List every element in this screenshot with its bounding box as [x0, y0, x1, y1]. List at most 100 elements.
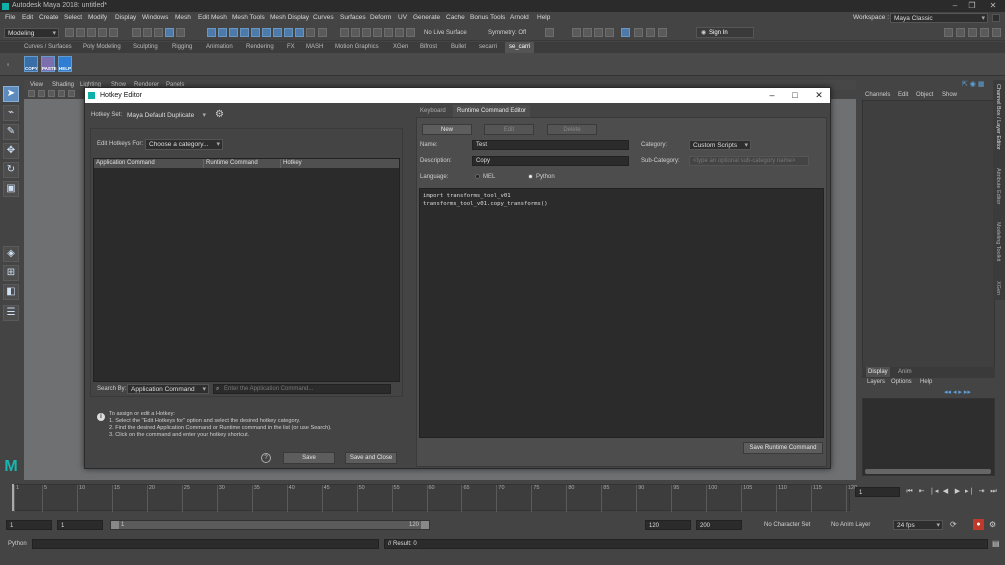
tab-runtime-command-editor[interactable]: Runtime Command Editor [453, 105, 531, 117]
mask-joints-icon[interactable] [273, 28, 282, 37]
dialog-maximize-icon[interactable]: □ [785, 88, 805, 103]
loop-icon[interactable]: ⟳ [950, 519, 961, 530]
current-time-marker[interactable] [12, 484, 14, 511]
pause-ipr-icon[interactable] [658, 28, 667, 37]
shelf-menu-icon[interactable]: ◦ [3, 57, 13, 73]
select-object-icon[interactable] [143, 28, 152, 37]
range-slider-left-handle[interactable] [111, 521, 119, 529]
mask-handles-icon[interactable] [262, 28, 271, 37]
side-tab-modeling-toolkit[interactable]: Modeling Toolkit [995, 222, 1001, 261]
edit-button[interactable]: Edit [484, 124, 534, 135]
snap-vertex-icon[interactable] [395, 28, 404, 37]
mel-radio[interactable] [475, 174, 480, 179]
lock-icon[interactable] [992, 14, 1000, 22]
menu-bonus-tools[interactable]: Bonus Tools [470, 12, 505, 24]
paint-select-icon[interactable]: ✎ [3, 124, 19, 140]
maximize-icon[interactable]: ❐ [962, 0, 982, 12]
viewport-menu-view[interactable]: View [30, 80, 43, 90]
sign-in-button[interactable]: ◉ Sign In [696, 27, 754, 38]
render-frame-icon[interactable] [583, 28, 592, 37]
redo-icon[interactable] [109, 28, 118, 37]
side-tab-attribute-editor[interactable]: Attribute Editor [995, 168, 1001, 204]
category-dropdown[interactable]: Custom Scripts [689, 140, 751, 151]
layers-menu[interactable]: Layers [867, 377, 885, 387]
mask-curves-icon[interactable] [284, 28, 293, 37]
shelf-tab-bullet[interactable]: Bullet [447, 42, 470, 53]
shelf-tab-bifrost[interactable]: Bifrost [416, 42, 441, 53]
step-back-key-icon[interactable]: ⇤ [917, 487, 926, 496]
range-end-field[interactable]: 120 [645, 520, 691, 530]
command-language-label[interactable]: Python [8, 539, 27, 549]
four-view-icon[interactable]: ⊞ [3, 265, 19, 281]
go-to-end-icon[interactable]: ⏭ [989, 487, 998, 496]
mask-vertex-icon[interactable] [207, 28, 216, 37]
tool-settings-icon[interactable] [968, 28, 977, 37]
step-forward-frame-icon[interactable]: ▸❘ [965, 487, 974, 496]
search-input[interactable]: ⌕ Enter the Application Command... [213, 384, 391, 394]
layer-scrollbar[interactable] [865, 469, 991, 474]
mask-deformers-icon[interactable] [306, 28, 315, 37]
menu-generate[interactable]: Generate [413, 12, 440, 24]
lasso-tool-icon[interactable]: ⌁ [3, 105, 19, 121]
snap-curve-icon[interactable] [351, 28, 360, 37]
end-frame-field[interactable]: 200 [696, 520, 742, 530]
undo-icon[interactable] [98, 28, 107, 37]
help-icon[interactable]: ? [261, 453, 271, 463]
shelf-tab-xgen[interactable]: XGen [389, 42, 412, 53]
current-frame-field[interactable]: 1 [855, 487, 900, 497]
fps-dropdown[interactable]: 24 fps [893, 520, 943, 531]
select-tool-icon[interactable]: ➤ [3, 86, 19, 102]
menu-arnold[interactable]: Arnold [510, 12, 529, 24]
anim-prefs-icon[interactable]: ⚙ [989, 519, 1000, 530]
copy-shelf-button[interactable]: COPY [24, 56, 38, 72]
save-scene-icon[interactable] [87, 28, 96, 37]
hypershade-icon[interactable] [621, 28, 630, 37]
dialog-close-icon[interactable]: ✕ [809, 88, 829, 103]
script-editor-icon[interactable]: ▤ [992, 539, 1002, 549]
shelf-tab-poly-modeling[interactable]: Poly Modeling [79, 42, 125, 53]
save-runtime-command-button[interactable]: Save Runtime Command [743, 442, 823, 454]
column-runtime-command[interactable]: Runtime Command [204, 159, 281, 168]
python-radio[interactable] [528, 174, 533, 179]
grid-icon[interactable] [68, 90, 75, 97]
go-to-start-icon[interactable]: ⏮ [905, 487, 914, 496]
range-slider[interactable]: 1 120 [110, 520, 430, 530]
menu-help[interactable]: Help [537, 12, 550, 24]
hotkey-set-dropdown[interactable]: Maya Default Duplicate [123, 110, 209, 121]
range-start-field[interactable]: 1 [57, 520, 103, 530]
shelf-tab-secarri[interactable]: secarri [475, 42, 501, 53]
menu-cache[interactable]: Cache [446, 12, 465, 24]
scale-tool-icon[interactable]: ▣ [3, 181, 19, 197]
modeling-toolkit-icon[interactable] [944, 28, 953, 37]
tab-keyboard[interactable]: Keyboard [416, 105, 450, 117]
command-code-editor[interactable]: import transforms_tool_v01 transforms_to… [419, 188, 824, 438]
dialog-minimize-icon[interactable]: – [762, 88, 782, 103]
channels-menu[interactable]: Channels [865, 91, 890, 100]
help-menu[interactable]: Help [920, 377, 932, 387]
shelf-tab-mash[interactable]: MASH [302, 42, 327, 53]
layer-list[interactable] [862, 398, 995, 476]
range-slider-right-handle[interactable] [421, 521, 429, 529]
menu-select[interactable]: Select [64, 12, 82, 24]
description-field[interactable]: Copy [472, 156, 629, 166]
delete-button[interactable]: Delete [547, 124, 597, 135]
anim-layer-tab[interactable]: Anim [898, 367, 912, 377]
layer-buttons-icons[interactable]: ◂◂ ◂ ▸ ▸▸ [944, 388, 994, 397]
snap-point-icon[interactable] [362, 28, 371, 37]
help-shelf-button[interactable]: HELP [58, 56, 72, 72]
shelf-tab-rendering[interactable]: Rendering [242, 42, 278, 53]
play-backwards-icon[interactable]: ◀ [941, 487, 950, 496]
side-tab-channel-box[interactable]: Channel Box / Layer Editor [995, 84, 1001, 150]
shelf-tab-fx[interactable]: FX [283, 42, 299, 53]
column-hotkey[interactable]: Hotkey [281, 159, 399, 168]
attribute-editor-icon[interactable] [956, 28, 965, 37]
shelf-tab-sculpting[interactable]: Sculpting [129, 42, 162, 53]
shelf-tab-animation[interactable]: Animation [202, 42, 237, 53]
step-forward-key-icon[interactable]: ⇥ [977, 487, 986, 496]
mask-multi-icon[interactable] [251, 28, 260, 37]
bookmarks-icon[interactable] [48, 90, 55, 97]
mode-dropdown[interactable]: Modeling [4, 28, 59, 39]
time-slider[interactable]: 1 5 10 15 20 25 30 35 40 45 50 55 60 65 70 75 80 85 90 95 10… [12, 484, 857, 512]
rotate-tool-icon[interactable]: ↻ [3, 162, 19, 178]
search-by-dropdown[interactable]: Application Command [127, 384, 209, 395]
